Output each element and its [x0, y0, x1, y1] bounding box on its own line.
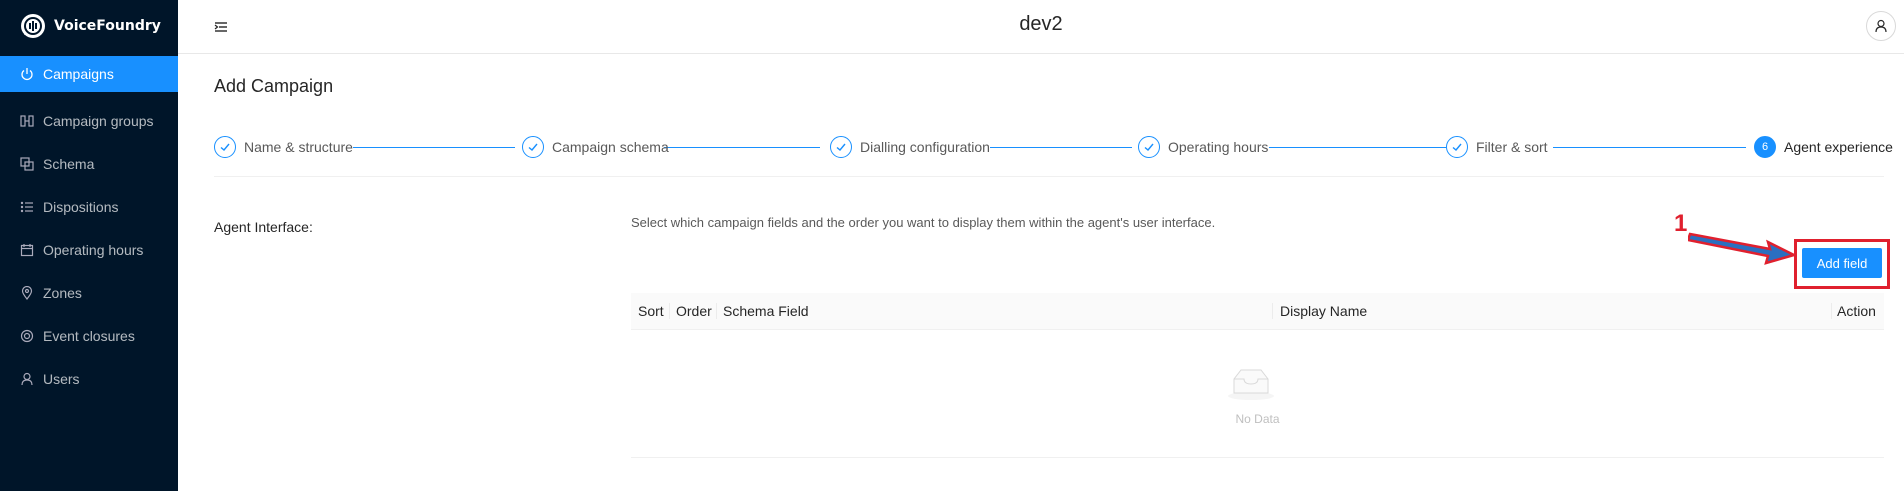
page-title: Add Campaign: [214, 76, 334, 96]
step-connector: [353, 147, 515, 148]
column-separator: [1831, 303, 1832, 319]
group-icon: [20, 114, 34, 128]
power-icon: [20, 67, 34, 81]
check-icon: [522, 136, 544, 158]
user-icon: [20, 372, 34, 386]
step-dialling-configuration[interactable]: Dialling configuration: [830, 135, 990, 159]
location-icon: [20, 285, 34, 300]
step-connector: [990, 147, 1132, 148]
schema-icon: [20, 156, 34, 171]
column-header-display-name: Display Name: [1280, 303, 1368, 319]
sidebar-item-event-closures[interactable]: Event closures: [0, 314, 178, 357]
step-number: 6: [1754, 136, 1776, 158]
step-campaign-schema[interactable]: Campaign schema: [522, 135, 669, 159]
column-separator: [1272, 303, 1273, 319]
calendar-icon: [20, 243, 34, 257]
sidebar-item-label: Event closures: [43, 327, 135, 344]
step-title: Dialling configuration: [860, 139, 990, 155]
target-icon: [20, 329, 34, 343]
sidebar-item-label: Operating hours: [43, 241, 144, 258]
step-filter-sort[interactable]: Filter & sort: [1446, 135, 1548, 159]
table-header: Sort Order Schema Field Display Name Act…: [631, 293, 1884, 330]
empty-inbox-icon: [1228, 369, 1274, 400]
check-icon: [1446, 136, 1468, 158]
column-header-sort: Sort: [638, 303, 664, 319]
column-header-order: Order: [676, 303, 712, 319]
sidebar-item-label: Dispositions: [43, 198, 119, 215]
step-title: Filter & sort: [1476, 139, 1548, 155]
sidebar-item-label: Zones: [43, 284, 82, 301]
environment-title: dev2: [1019, 13, 1063, 35]
check-icon: [1138, 136, 1160, 158]
annotation-arrow-icon: [1688, 232, 1796, 265]
sidebar-item-label: Schema: [43, 155, 95, 172]
user-menu-button[interactable]: [1866, 11, 1896, 41]
step-agent-experience[interactable]: 6 Agent experience: [1754, 135, 1893, 159]
step-title: Campaign schema: [552, 139, 669, 155]
annotation-highlight-box: Add field: [1794, 239, 1890, 289]
divider: [214, 176, 1884, 177]
column-separator: [716, 303, 717, 319]
list-icon: [20, 200, 34, 214]
brand-name: VoiceFoundry: [54, 18, 161, 34]
table-empty-state: No Data: [631, 330, 1884, 458]
sidebar-item-label: Campaign groups: [43, 112, 154, 129]
column-header-action: Action: [1837, 303, 1876, 319]
step-operating-hours[interactable]: Operating hours: [1138, 135, 1268, 159]
step-title: Name & structure: [244, 139, 353, 155]
sidebar-item-dispositions[interactable]: Dispositions: [0, 185, 178, 228]
step-connector: [1553, 147, 1746, 148]
voicefoundry-logo-icon: [21, 14, 45, 38]
check-icon: [214, 136, 236, 158]
sidebar-item-zones[interactable]: Zones: [0, 271, 178, 314]
empty-text: No Data: [1235, 412, 1280, 426]
sidebar: VoiceFoundry Campaigns Campaign groups S…: [0, 0, 178, 491]
step-title: Agent experience: [1784, 139, 1893, 155]
sidebar-item-users[interactable]: Users: [0, 357, 178, 400]
sidebar-item-campaign-groups[interactable]: Campaign groups: [0, 99, 178, 142]
agent-fields-table: Sort Order Schema Field Display Name Act…: [631, 293, 1884, 458]
sidebar-item-campaigns[interactable]: Campaigns: [0, 56, 178, 92]
check-icon: [830, 136, 852, 158]
sidebar-menu: Campaigns Campaign groups Schema Disposi…: [0, 56, 178, 400]
sidebar-item-schema[interactable]: Schema: [0, 142, 178, 185]
column-separator: [669, 303, 670, 319]
step-connector: [1269, 147, 1446, 148]
user-avatar-icon: [1875, 19, 1887, 33]
step-connector: [664, 147, 820, 148]
add-field-button[interactable]: Add field: [1802, 248, 1882, 278]
step-title: Operating hours: [1168, 139, 1269, 155]
sidebar-item-operating-hours[interactable]: Operating hours: [0, 228, 178, 271]
steps-progress: Name & structure Campaign schema Diallin…: [214, 135, 1893, 159]
agent-interface-label: Agent Interface:: [214, 219, 313, 235]
sidebar-item-label: Campaigns: [43, 66, 114, 82]
annotation-number: 1: [1674, 210, 1688, 237]
step-name-structure[interactable]: Name & structure: [214, 135, 353, 159]
brand-logo[interactable]: VoiceFoundry: [18, 10, 161, 42]
top-header: dev2: [178, 0, 1904, 54]
column-header-schema-field: Schema Field: [723, 303, 809, 319]
sidebar-item-label: Users: [43, 370, 80, 387]
agent-interface-description: Select which campaign fields and the ord…: [631, 215, 1216, 230]
